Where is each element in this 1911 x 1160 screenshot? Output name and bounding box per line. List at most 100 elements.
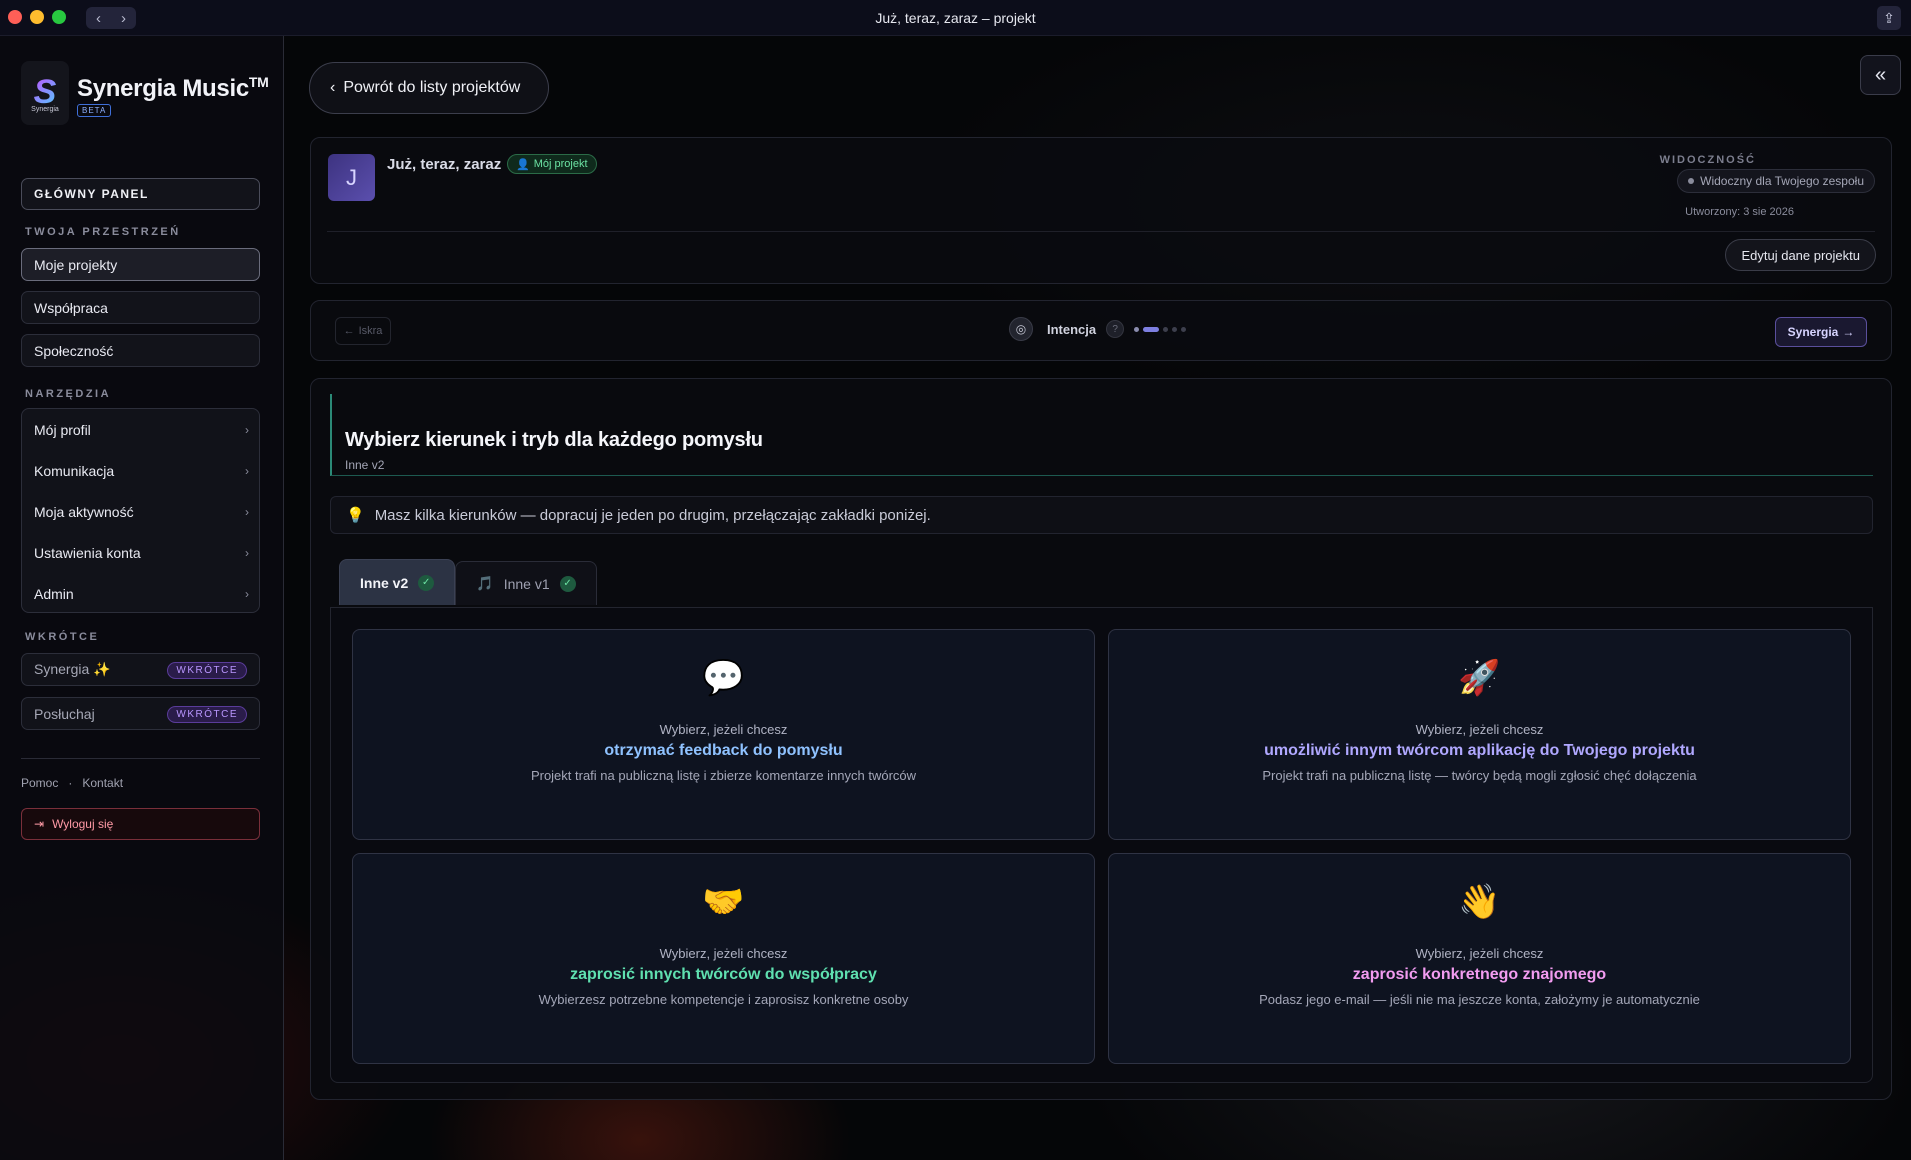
option-prefix: Wybierz, jeżeli chcesz [659,946,788,961]
soon-badge: WKRÓTCE [167,662,247,679]
created-date: Utworzony: 3 sie 2026 [1685,206,1794,218]
back-to-projects-button[interactable]: ‹ Powrót do listy projektów [309,62,549,114]
page-title: Wybierz kierunek i tryb dla każdego pomy… [345,429,763,451]
music-note-icon: 🎵 [476,575,494,591]
app-logo[interactable]: S Synergia [21,61,69,125]
status-dot-icon [1688,178,1695,184]
option-prefix: Wybierz, jeżeli chcesz [1415,946,1544,961]
step-dot [1172,326,1178,332]
next-step-button[interactable]: Synergia → [1775,317,1867,347]
help-icon[interactable]: ? [1106,320,1125,338]
option-applications[interactable]: 🚀 Wybierz, jeżeli chcesz umożliwić innym… [1108,629,1851,840]
step-dot [1134,326,1140,332]
window-titlebar: ‹ › Już, teraz, zaraz – projekt ⇪ [0,0,1911,36]
chevron-right-icon: › [245,464,249,478]
soon-badge: WKRÓTCE [167,706,247,723]
current-step: ◎ Intencja ? [1009,317,1187,341]
logout-button[interactable]: ⇥ Wyloguj się [21,808,260,840]
options-grid: 💬 Wybierz, jeżeli chcesz otrzymać feedba… [330,607,1873,1083]
tab-inne-v2[interactable]: Inne v2 ✓ [339,559,456,605]
chevron-left-icon: ‹ [330,79,336,96]
idea-tabs: Inne v2 ✓ 🎵 Inne v1 ✓ [339,559,597,605]
option-invite-friend[interactable]: 👋 Wybierz, jeżeli chcesz zaprosić konkre… [1108,853,1851,1064]
step-dot-current [1143,326,1160,332]
sidebar-item-account-settings[interactable]: Ustawienia konta › [22,533,261,573]
logo-mark-icon: S [33,72,57,111]
speech-bubble-icon: 💬 [702,659,745,697]
beta-badge: BETA [77,104,112,117]
option-description: Projekt trafi na publiczną listę — twórc… [1262,768,1697,783]
option-title: zaprosić innych twórców do współpracy [570,966,877,983]
sidebar-item-admin[interactable]: Admin › [22,574,261,614]
option-description: Podasz jego e-mail — jeśli nie ma jeszcz… [1259,992,1700,1007]
logo-text: Synergia [31,105,59,113]
project-title: Już, teraz, zaraz [387,156,502,173]
option-prefix: Wybierz, jeżeli chcesz [1415,722,1544,737]
sidebar-footer: Pomoc · Kontakt [21,776,123,790]
step-navigation: ← Iskra ◎ Intencja ? Synergia → [310,300,1892,361]
sidebar-item-listen: Posłuchaj WKRÓTCE [21,697,260,730]
sidebar-divider [21,758,260,759]
direction-card: Wybierz kierunek i tryb dla każdego pomy… [310,378,1892,1100]
handshake-icon: 🤝 [702,883,745,921]
double-chevron-left-icon: « [1874,63,1887,86]
visibility-label: WIDOCZNOŚĆ [1659,154,1756,166]
brand-name: Synergia MusicTM [77,74,269,102]
share-icon[interactable]: ⇪ [1877,6,1901,30]
arrow-right-icon: → [1842,325,1855,339]
chevron-right-icon: › [245,587,249,601]
sidebar-item-my-projects[interactable]: Moje projekty [21,248,260,281]
waving-hand-icon: 👋 [1458,883,1501,921]
project-divider [327,231,1875,232]
window-title: Już, teraz, zaraz – projekt [875,10,1036,26]
owner-badge: 👤 Mój projekt [507,154,597,174]
tab-inne-v1[interactable]: 🎵 Inne v1 ✓ [455,561,597,605]
heading-block: Wybierz kierunek i tryb dla każdego pomy… [330,394,1873,476]
edit-project-button[interactable]: Edytuj dane projektu [1725,239,1876,271]
sidebar-item-collaboration[interactable]: Współpraca [21,291,260,324]
step-progress-dots [1134,326,1187,332]
main-panel-button[interactable]: GŁÓWNY PANEL [21,178,260,210]
previous-step-button[interactable]: ← Iskra [335,317,391,345]
tip-banner: 💡 Masz kilka kierunków — dopracuj je jed… [330,496,1873,534]
step-dot [1181,326,1187,332]
compass-icon: ◎ [1009,317,1033,341]
option-description: Wybierzesz potrzebne kompetencje i zapro… [538,992,909,1007]
project-card: J Już, teraz, zaraz 👤 Mój projekt WIDOCZ… [310,137,1892,284]
lightbulb-icon: 💡 [346,507,365,524]
rocket-icon: 🚀 [1458,659,1501,697]
option-invite-creators[interactable]: 🤝 Wybierz, jeżeli chcesz zaprosić innych… [352,853,1095,1064]
option-title: umożliwić innym twórcom aplikację do Two… [1264,742,1695,759]
step-dot [1163,326,1169,332]
chevron-right-icon: › [245,546,249,560]
user-icon: 👤 [516,158,530,171]
option-title: otrzymać feedback do pomysłu [604,742,843,759]
chevron-right-icon: › [245,423,249,437]
sidebar-item-community[interactable]: Społeczność [21,334,260,367]
check-icon: ✓ [418,574,435,591]
page-subtitle: Inne v2 [345,458,385,472]
sidebar-item-communication[interactable]: Komunikacja › [22,451,261,491]
chevron-right-icon: › [245,505,249,519]
sidebar-item-my-profile[interactable]: Mój profil › [22,410,261,450]
option-description: Projekt trafi na publiczną listę i zbier… [530,768,917,783]
help-link[interactable]: Pomoc [21,776,58,790]
footer-separator: · [68,776,73,790]
tools-list: Mój profil › Komunikacja › Moja aktywność ›… [21,408,260,613]
sidebar-item-my-activity[interactable]: Moja aktywność › [22,492,261,532]
collapse-panel-button[interactable]: « [1860,55,1901,95]
option-title: zaprosić konkretnego znajomego [1352,966,1607,983]
arrow-left-icon: ← [343,325,355,337]
option-prefix: Wybierz, jeżeli chcesz [659,722,788,737]
step-name: Intencja [1047,321,1097,337]
contact-link[interactable]: Kontakt [82,776,123,790]
option-feedback[interactable]: 💬 Wybierz, jeżeli chcesz otrzymać feedba… [352,629,1095,840]
project-avatar: J [328,154,375,201]
tools-section-label: NARZĘDZIA [25,388,112,400]
sidebar: S Synergia Synergia MusicTM BETA GŁÓWNY … [0,36,284,1160]
soon-section-label: WKRÓTCE [25,631,100,643]
logout-icon: ⇥ [34,817,45,831]
check-icon: ✓ [559,575,576,592]
workspace-section-label: TWOJA PRZESTRZEŃ [25,226,181,238]
sidebar-item-synergia: Synergia ✨ WKRÓTCE [21,653,260,686]
